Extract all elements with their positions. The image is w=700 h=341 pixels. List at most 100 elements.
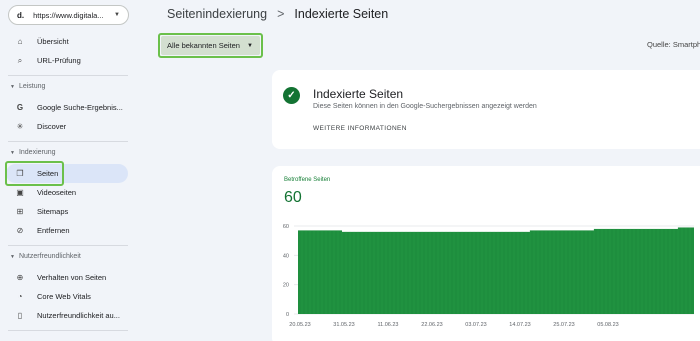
chart-bar[interactable]: [658, 228, 662, 314]
chart-bar[interactable]: [298, 230, 302, 314]
chart-bar[interactable]: [342, 231, 346, 314]
chart-bar[interactable]: [418, 231, 422, 314]
chart-bar[interactable]: [474, 231, 478, 314]
chart-bar[interactable]: [618, 228, 622, 314]
nav-item-url-inspection[interactable]: ⌕ URL-Prüfung: [6, 51, 128, 70]
chart-bar[interactable]: [670, 228, 674, 314]
chart-bar[interactable]: [614, 228, 618, 314]
chart-bar[interactable]: [674, 228, 678, 314]
chart-bar[interactable]: [358, 231, 362, 314]
chart-bar[interactable]: [430, 231, 434, 314]
chart-bar[interactable]: [630, 228, 634, 314]
chart-bar[interactable]: [466, 231, 470, 314]
nav-item-discover[interactable]: ✳ Discover: [6, 117, 128, 136]
chart-bar[interactable]: [650, 228, 654, 314]
nav-item-google-search[interactable]: G Google Suche-Ergebnis...: [6, 98, 128, 117]
chart-bar[interactable]: [574, 230, 578, 314]
chart-bar[interactable]: [590, 230, 594, 314]
chart-bar[interactable]: [522, 231, 526, 314]
chart-bar[interactable]: [594, 228, 598, 314]
chart-bar[interactable]: [374, 231, 378, 314]
property-selector[interactable]: d. https://www.digitala... ▼: [8, 5, 129, 25]
chart-bar[interactable]: [494, 231, 498, 314]
learn-more-link[interactable]: WEITERE INFORMATIONEN: [313, 125, 407, 132]
chart-bar[interactable]: [426, 231, 430, 314]
chart-bar[interactable]: [414, 231, 418, 314]
chart-bar[interactable]: [622, 228, 626, 314]
chart-bar[interactable]: [362, 231, 366, 314]
nav-item-removals[interactable]: ⊘ Entfernen: [6, 221, 128, 240]
chart-bar[interactable]: [598, 228, 602, 314]
chart-bar[interactable]: [554, 230, 558, 314]
chart-bar[interactable]: [678, 227, 682, 314]
chart-bar[interactable]: [478, 231, 482, 314]
chart-bar[interactable]: [314, 230, 318, 314]
chart-bar[interactable]: [366, 231, 370, 314]
breadcrumb-parent[interactable]: Seitenindexierung: [167, 7, 267, 21]
chart-bar[interactable]: [506, 231, 510, 314]
chart-bar[interactable]: [422, 231, 426, 314]
chart-bar[interactable]: [334, 230, 338, 314]
chart-bar[interactable]: [454, 231, 458, 314]
chart-bar[interactable]: [378, 231, 382, 314]
chart-bar[interactable]: [330, 230, 334, 314]
chart-bar[interactable]: [566, 230, 570, 314]
chart-bar[interactable]: [570, 230, 574, 314]
chart-bar[interactable]: [530, 230, 534, 314]
chart-bar[interactable]: [306, 230, 310, 314]
nav-item-overview[interactable]: ⌂ Übersicht: [6, 32, 128, 51]
chart-bar[interactable]: [446, 231, 450, 314]
chart-bar[interactable]: [442, 231, 446, 314]
chart-bar[interactable]: [610, 228, 614, 314]
chart-bar[interactable]: [578, 230, 582, 314]
chart-bar[interactable]: [666, 228, 670, 314]
chart-bar[interactable]: [470, 231, 474, 314]
chart-bar[interactable]: [538, 230, 542, 314]
chart-bar[interactable]: [486, 231, 490, 314]
chart-bar[interactable]: [382, 231, 386, 314]
chart-bar[interactable]: [438, 231, 442, 314]
chart-bar[interactable]: [534, 230, 538, 314]
chart-bar[interactable]: [562, 230, 566, 314]
chart-bar[interactable]: [502, 231, 506, 314]
chart-bar[interactable]: [646, 228, 650, 314]
chart-bar[interactable]: [586, 230, 590, 314]
chart-bar[interactable]: [682, 227, 686, 314]
chart-bar[interactable]: [602, 228, 606, 314]
chart-bar[interactable]: [354, 231, 358, 314]
chart-bar[interactable]: [350, 231, 354, 314]
chart-bar[interactable]: [302, 230, 306, 314]
chart-bar[interactable]: [318, 230, 322, 314]
section-experience[interactable]: ▼ Nutzerfreundlichkeit: [10, 253, 81, 260]
chart-bar[interactable]: [394, 231, 398, 314]
chart-bar[interactable]: [498, 231, 502, 314]
chart-bar[interactable]: [582, 230, 586, 314]
chart-bar[interactable]: [542, 230, 546, 314]
chart-bar[interactable]: [462, 231, 466, 314]
chart-bar[interactable]: [410, 231, 414, 314]
chart-bar[interactable]: [346, 231, 350, 314]
chart-bar[interactable]: [690, 227, 694, 314]
chart-bar[interactable]: [514, 231, 518, 314]
chart-bar[interactable]: [390, 231, 394, 314]
chart-bar[interactable]: [450, 231, 454, 314]
chart-bar[interactable]: [406, 231, 410, 314]
chart-bar[interactable]: [662, 228, 666, 314]
nav-item-mobile-usability[interactable]: ▯ Nutzerfreundlichkeit au...: [6, 306, 128, 325]
chart-bar[interactable]: [546, 230, 550, 314]
chart-bar[interactable]: [490, 231, 494, 314]
chart-bar[interactable]: [386, 231, 390, 314]
chart-bar[interactable]: [634, 228, 638, 314]
chart-bar[interactable]: [642, 228, 646, 314]
chart-bar[interactable]: [626, 228, 630, 314]
nav-item-video-pages[interactable]: ▣ Videoseiten: [6, 183, 128, 202]
chart-bar[interactable]: [310, 230, 314, 314]
chart-bar[interactable]: [638, 228, 642, 314]
chart-bar[interactable]: [338, 230, 342, 314]
nav-item-sitemaps[interactable]: ⊞ Sitemaps: [6, 202, 128, 221]
chart-bar[interactable]: [322, 230, 326, 314]
chart-bar[interactable]: [606, 228, 610, 314]
nav-item-core-web-vitals[interactable]: ◔ Core Web Vitals: [6, 287, 128, 306]
chart-bar[interactable]: [686, 227, 690, 314]
section-performance[interactable]: ▼ Leistung: [10, 83, 45, 90]
